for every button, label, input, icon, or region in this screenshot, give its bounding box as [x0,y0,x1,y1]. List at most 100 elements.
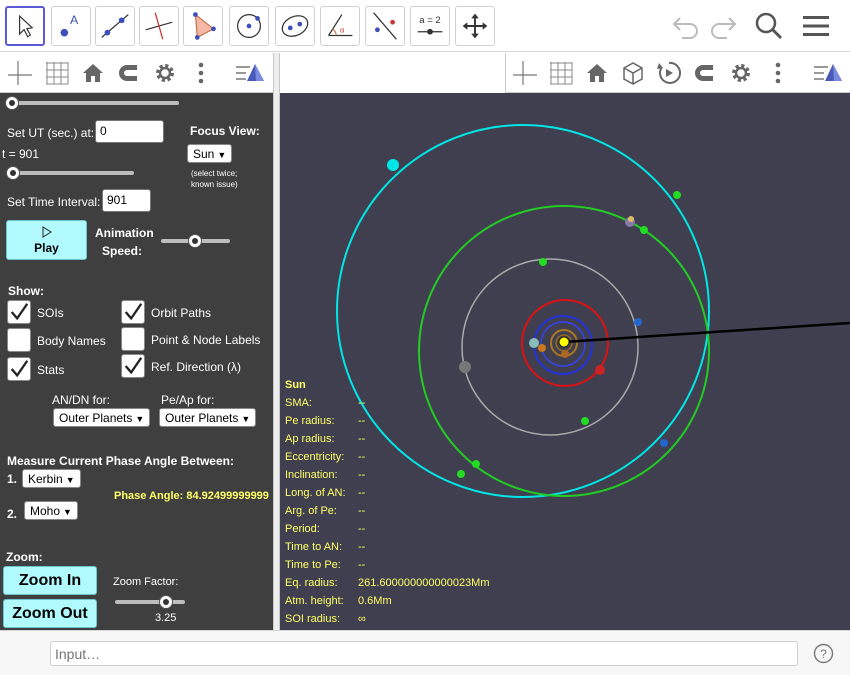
stat-value: -- [358,487,366,499]
rotate-view-button[interactable] [655,59,683,87]
search-icon [755,12,783,40]
graphics-settings-button[interactable] [727,59,755,87]
stat-label: SOI radius: [285,613,341,625]
moho-marker-2[interactable] [561,350,569,358]
stat-label: Period: [285,523,320,535]
line-tool-button[interactable] [95,6,135,46]
undo-button[interactable] [670,10,702,42]
blue-point[interactable] [634,318,642,326]
algebra-input[interactable] [50,641,798,666]
redo-button[interactable] [707,10,739,42]
move-tool-button[interactable] [5,6,45,46]
red-planet[interactable] [595,365,605,375]
time-slider-track [8,171,134,175]
moon-marker[interactable] [628,216,634,222]
style-bar-toggle-button[interactable] [234,59,266,87]
style-bar-icon [814,64,842,81]
speed-label: Speed: [102,244,143,258]
pe-ap-dropdown[interactable]: Outer Planets ▼ [159,408,257,427]
grid-icon [46,62,69,85]
circle-tool-button[interactable] [229,6,269,46]
point-capturing-button[interactable] [115,59,143,87]
perpendicular-line-tool-icon [145,12,173,40]
toggle-axes-button[interactable] [511,59,539,87]
green-node-point[interactable] [640,226,648,234]
set-ut-label: Set UT (sec.) at: [7,126,95,140]
stat-label: Inclination: [285,469,338,481]
point-tool-button[interactable]: A [51,6,91,46]
set-ut-input[interactable]: 0 [95,120,164,143]
focus-view-dropdown[interactable]: Sun ▼ [187,144,233,163]
cyan-planet[interactable] [387,159,399,171]
move-graphics-tool-button[interactable] [455,6,495,46]
point-capturing-button[interactable] [691,59,719,87]
phase-body-2-dropdown[interactable]: Moho ▼ [24,501,78,520]
zoom-in-button[interactable]: Zoom In [3,566,97,595]
zoom-factor-slider-knob[interactable] [159,595,173,609]
style-bar-toggle-button[interactable] [811,59,845,87]
main-menu-button[interactable] [800,10,832,42]
svg-text:α: α [340,26,345,35]
zoom-out-button[interactable]: Zoom Out [3,599,97,628]
svg-text:?: ? [820,647,827,661]
graphics-view[interactable]: Sun SMA: -- Pe radius: -- Ap radius: -- Eccent… [280,93,850,630]
orbit-canvas[interactable] [280,93,850,630]
stat-label: Eq. radius: [285,577,338,589]
kerbin-marker[interactable] [529,338,539,348]
green-node-point[interactable] [539,258,547,266]
standard-view-button[interactable] [583,59,611,87]
checkmark-icon [124,357,143,375]
green-node-point[interactable] [581,417,589,425]
more-options-button[interactable] [764,59,792,87]
orbit-paths-checkbox[interactable] [121,300,145,324]
graphics-settings-button[interactable] [151,59,179,87]
zoom-factor-label: Zoom Factor: [113,576,179,588]
geogebra-app: A α a = 2 Set UT (sec.) at: 0 Focus View… [0,0,850,675]
stat-value: -- [358,469,366,481]
toggle-grid-button[interactable] [43,59,71,87]
more-options-button[interactable] [187,59,215,87]
perpendicular-line-tool-button[interactable] [139,6,179,46]
stats-body-name: Sun [285,379,306,391]
search-button[interactable] [753,10,785,42]
blue-point[interactable] [660,439,668,447]
set-interval-input[interactable]: 901 [102,189,151,212]
toggle-axes-button[interactable] [6,59,34,87]
green-node-point[interactable] [673,191,681,199]
standard-view-button[interactable] [79,59,107,87]
an-dn-dropdown[interactable]: Outer Planets ▼ [53,408,151,427]
phase-body-1-dropdown[interactable]: Kerbin ▼ [22,469,81,488]
stat-label: Eccentricity: [285,451,345,463]
toggle-grid-button[interactable] [547,59,575,87]
ellipse-tool-button[interactable] [275,6,315,46]
speed-slider-knob[interactable] [188,234,202,248]
moho-marker[interactable] [538,344,546,352]
panel-divider[interactable] [273,53,280,630]
time-slider-knob[interactable] [6,166,20,180]
view-in-front-button[interactable] [619,59,647,87]
play-button-label: Play [34,241,59,255]
ref-direction-checkbox[interactable] [121,354,145,378]
time-slider-top-knob[interactable] [5,96,19,110]
graphics2-style-bar [0,53,273,93]
green-node-point[interactable] [472,460,480,468]
reflect-tool-button[interactable] [365,6,405,46]
sun[interactable] [558,336,570,348]
stats-checkbox[interactable] [7,357,31,381]
stat-label: Time to AN: [285,541,343,553]
body-names-checkbox[interactable] [7,328,31,352]
angle-tool-button[interactable]: α [320,6,360,46]
slider-tool-button[interactable]: a = 2 [410,6,450,46]
sois-checkbox[interactable] [7,300,31,324]
chevron-down-icon: ▼ [217,150,227,160]
slider-tool-icon: a = 2 [417,15,443,35]
green-node-point[interactable] [457,470,465,478]
polygon-tool-button[interactable] [183,6,223,46]
point-node-labels-checkbox[interactable] [121,327,145,351]
gray-planet[interactable] [459,361,471,373]
redo-icon [711,17,737,39]
play-button[interactable]: Play [6,220,87,260]
help-icon[interactable]: ? [813,643,834,664]
chevron-down-icon: ▼ [63,507,72,517]
magnet-icon [695,65,713,81]
